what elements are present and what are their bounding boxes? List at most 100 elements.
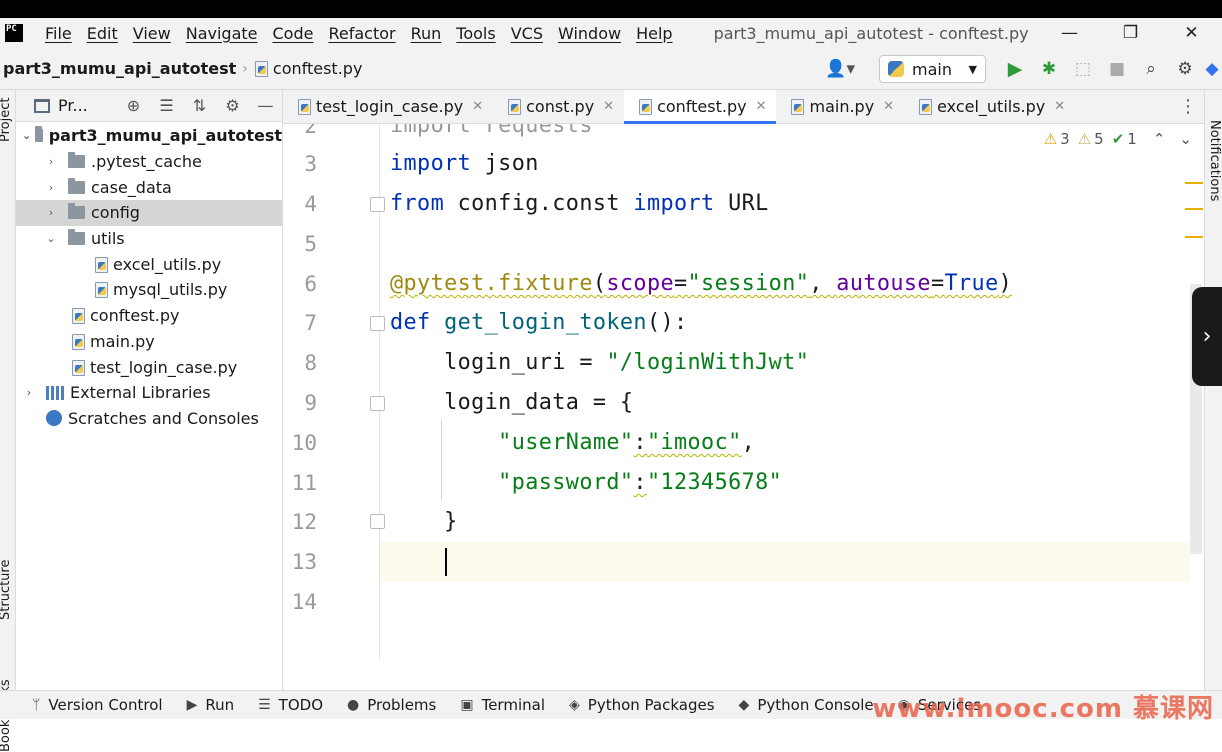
expand-side-panel-button[interactable]: › [1192,287,1222,386]
restore-button[interactable]: ❐ [1100,18,1161,48]
fold-marker-icon[interactable] [370,316,385,331]
python-packages-tab[interactable]: ◈ Python Packages [569,696,715,714]
panel-settings-gear-icon[interactable]: ⚙ [216,96,249,115]
chevron-right-icon[interactable]: › [44,206,58,219]
menu-window[interactable]: Window [558,24,621,43]
run-tab[interactable]: ▶ Run [187,696,235,714]
tab-test-login-case[interactable]: test_login_case.py ✕ [283,90,493,123]
previous-highlight-icon[interactable]: ⌃ [1153,130,1166,148]
minimize-button[interactable]: — [1039,18,1100,48]
user-account-icon[interactable]: 👤▾ [825,59,855,79]
line-number: 8 [304,351,317,375]
tree-item-pytest-cache[interactable]: › .pytest_cache [16,149,282,175]
tree-item-main[interactable]: main.py [16,329,282,355]
collapse-all-icon[interactable]: ⇅ [183,96,216,115]
code-line-3: import json [390,151,539,176]
project-tool-tab[interactable]: Project [0,98,13,142]
tab-const[interactable]: const.py ✕ [493,90,624,123]
close-tab-icon[interactable]: ✕ [472,99,483,114]
expand-all-icon[interactable]: ☰ [150,96,183,115]
structure-tool-tab[interactable]: Structure [0,560,13,620]
tree-item-root[interactable]: ⌄ part3_mumu_api_autotest [16,123,282,149]
close-window-button[interactable]: ✕ [1161,18,1222,48]
menu-vcs[interactable]: VCS [511,24,543,43]
breadcrumb-project[interactable]: part3_mumu_api_autotest [3,59,236,78]
tab-excel-utils[interactable]: excel_utils.py ✕ [904,90,1075,123]
close-tab-icon[interactable]: ✕ [883,99,894,114]
text-caret [445,548,447,576]
tree-item-excel-utils[interactable]: excel_utils.py [16,251,282,277]
line-number: 14 [291,590,317,614]
line-number: 3 [304,152,317,176]
python-file-icon [918,99,933,115]
code-line-12: } [390,509,458,534]
locate-file-icon[interactable]: ⊕ [117,96,150,115]
more-tabs-icon[interactable]: ⋮ [1172,90,1204,123]
gear-icon[interactable]: ⚙ [1168,48,1202,90]
terminal-icon: ▣ [460,697,474,713]
terminal-tab[interactable]: ▣ Terminal [460,696,545,714]
menu-refactor[interactable]: Refactor [328,24,395,43]
menu-run[interactable]: Run [411,24,442,43]
python-file-icon [71,359,85,376]
menu-view[interactable]: View [133,24,171,43]
breadcrumb-file[interactable]: conftest.py [254,59,362,78]
menu-tools[interactable]: Tools [456,24,495,43]
tab-conftest[interactable]: conftest.py ✕ [624,90,777,124]
problems-tab[interactable]: ● Problems [347,696,436,714]
tree-item-utils[interactable]: ⌄ utils [16,226,282,252]
python-console-tab[interactable]: ◆ Python Console [739,696,874,714]
run-configuration-selector[interactable]: main ▼ [879,55,986,83]
version-control-tab[interactable]: ᛘ Version Control [32,696,163,714]
close-tab-icon[interactable]: ✕ [756,99,767,114]
chevron-right-icon[interactable]: › [22,386,36,399]
warning-stripe-marker[interactable] [1185,236,1203,238]
tree-item-external-libraries[interactable]: › External Libraries [16,380,282,406]
warning-stripe-marker[interactable] [1185,208,1203,210]
hide-panel-icon[interactable]: — [249,96,282,115]
coverage-icon[interactable]: ⬚ [1066,48,1100,90]
fold-marker-icon[interactable] [370,514,385,529]
python-file-icon [71,333,85,350]
next-highlight-icon[interactable]: ⌄ [1179,130,1192,148]
project-panel-title[interactable]: Pr... [58,96,88,115]
warning-stripe-marker[interactable] [1185,182,1203,184]
menu-code[interactable]: Code [273,24,314,43]
pycharm-app-icon[interactable]: PC [5,24,23,42]
chevron-down-icon[interactable]: ⌄ [22,129,31,142]
chevron-right-icon[interactable]: › [44,155,58,168]
search-icon[interactable]: ⌕ [1134,48,1168,90]
python-console-icon: ◆ [738,697,750,713]
fold-marker-icon[interactable] [370,197,385,212]
tree-item-scratches[interactable]: Scratches and Consoles [16,406,282,432]
menu-file[interactable]: File [45,24,72,43]
python-file-icon [71,308,85,325]
menu-navigate[interactable]: Navigate [186,24,258,43]
todo-tab[interactable]: ☰ TODO [258,696,323,714]
tree-item-conftest[interactable]: conftest.py [16,303,282,329]
tree-item-test-login-case[interactable]: test_login_case.py [16,354,282,380]
run-icon: ▶ [186,697,198,713]
notifications-tool-tab[interactable]: Notifications [1207,120,1222,201]
tab-main[interactable]: main.py ✕ [776,90,904,123]
close-tab-icon[interactable]: ✕ [603,99,614,114]
menu-edit[interactable]: Edit [87,24,118,43]
code-line-8: login_uri = "/loginWithJwt" [390,350,810,375]
menu-help[interactable]: Help [636,24,672,43]
code-editor[interactable]: 2 3 4 5 6 7 8 9 10 11 12 13 14 import re… [283,124,1204,690]
stop-icon[interactable]: ■ [1100,48,1134,90]
inspection-widget[interactable]: ⚠ 3 ⚠ 5 ✔ 1 ⌃ ⌄ [1036,130,1192,148]
chevron-down-icon[interactable]: ⌄ [44,232,58,245]
fold-marker-icon[interactable] [370,396,385,411]
tree-item-config[interactable]: › config [16,200,282,226]
line-number-gutter: 2 3 4 5 6 7 8 9 10 11 12 13 14 [283,124,380,660]
run-icon[interactable]: ▶ [998,48,1032,90]
chevron-right-icon[interactable]: › [44,181,58,194]
breadcrumb-chevron-icon: › [242,60,248,77]
close-tab-icon[interactable]: ✕ [1054,99,1065,114]
jetbrains-logo-icon[interactable]: ◆ [1202,48,1222,90]
tree-item-mysql-utils[interactable]: mysql_utils.py [16,277,282,303]
debug-icon[interactable]: ✱ [1032,48,1066,90]
warning-count: 3 [1060,130,1070,148]
tree-item-case-data[interactable]: › case_data [16,174,282,200]
